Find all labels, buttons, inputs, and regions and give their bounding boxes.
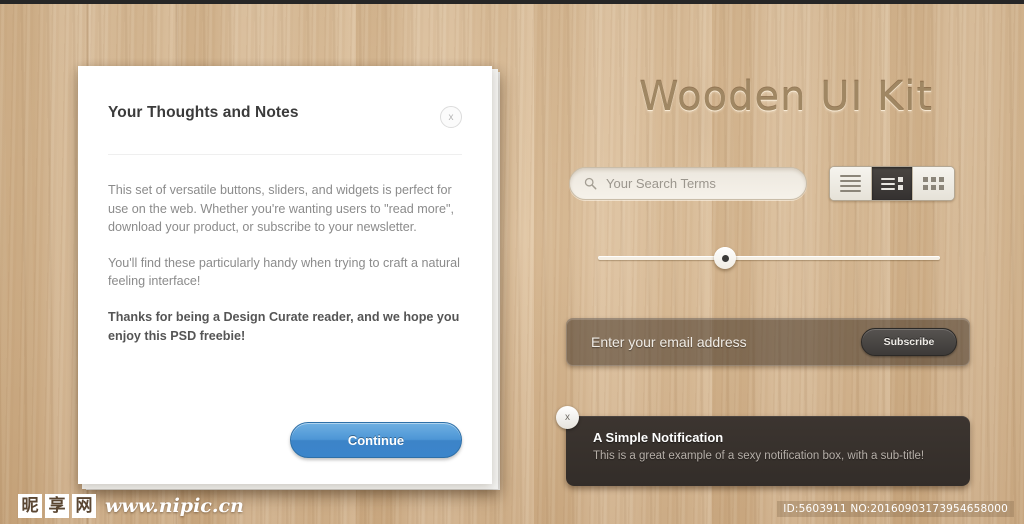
watermark-char-1: 昵 [18,494,42,518]
modal-paragraph-1: This set of versatile buttons, sliders, … [108,183,454,235]
top-edge-bar [0,0,1024,4]
modal-title: Your Thoughts and Notes [108,104,299,121]
notification-close-icon[interactable]: x [556,406,579,429]
modal-body: This set of versatile buttons, sliders, … [78,155,492,345]
slider-control[interactable] [598,247,940,269]
slider-track[interactable] [598,256,940,260]
modal-emphasis-text: Thanks for being a Design Curate reader,… [108,309,460,343]
list-lines-icon [839,175,861,192]
watermark-char-2: 享 [45,494,69,518]
modal-dialog: Your Thoughts and Notes x This set of ve… [78,66,500,490]
view-toggle-grid[interactable] [913,167,954,200]
continue-button[interactable]: Continue [290,422,462,458]
screen: Your Thoughts and Notes x This set of ve… [0,0,1024,524]
email-input-placeholder[interactable]: Enter your email address [591,334,747,350]
watermark: 昵 享 网 www.nipic.cn [18,494,244,518]
slider-knob[interactable] [714,247,736,269]
watermark-logo: 昵 享 网 [18,494,96,518]
watermark-char-3: 网 [72,494,96,518]
page-title: Wooden UI Kit [638,74,934,120]
list-detail-icon [881,177,903,190]
notification-title: A Simple Notification [593,430,724,445]
watermark-url: www.nipic.cn [105,495,244,517]
search-placeholder: Your Search Terms [606,176,716,191]
view-toggle-group [829,166,955,201]
notification-box: x A Simple Notification This is a great … [556,406,970,486]
subscribe-button[interactable]: Subscribe [861,328,957,356]
modal-footer: Continue [78,422,492,484]
search-icon [584,177,597,190]
close-icon[interactable]: x [440,106,462,128]
view-toggle-detail[interactable] [871,167,914,200]
grid-icon [923,177,945,190]
subscribe-bar[interactable]: Enter your email address Subscribe [566,318,970,366]
search-input[interactable]: Your Search Terms [569,167,807,200]
modal-paragraph-2: You'll find these particularly handy whe… [108,255,460,289]
view-toggle-list[interactable] [830,167,872,200]
image-id-label: ID:5603911 NO:20160903173954658000 [777,501,1014,517]
modal-sheet-front: Your Thoughts and Notes x This set of ve… [78,66,492,484]
modal-header: Your Thoughts and Notes x [78,66,492,128]
notification-subtitle: This is a great example of a sexy notifi… [593,450,925,462]
